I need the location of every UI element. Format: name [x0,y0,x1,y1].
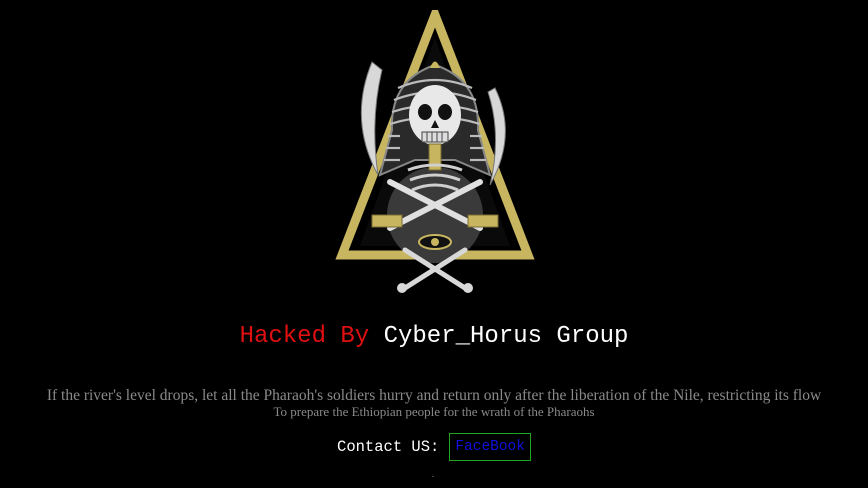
page-title: Hacked By Cyber_Horus Group [0,322,868,352]
headline-group: Cyber_Horus Group [383,323,629,350]
contact-row: Contact US: FaceBook [0,433,868,461]
facebook-link-button[interactable]: FaceBook [449,433,531,461]
defacement-page: Hacked By Cyber_Horus Group If the river… [0,0,868,488]
message-line-1: If the river's level drops, let all the … [46,387,822,404]
contact-label: Contact US: [337,438,440,456]
divider-dot [432,476,434,477]
headline-prefix: Hacked By [239,323,370,350]
message-line-2: To prepare the Ethiopian people for the … [273,404,595,419]
pharaoh-skull-emblem-icon [335,10,535,293]
